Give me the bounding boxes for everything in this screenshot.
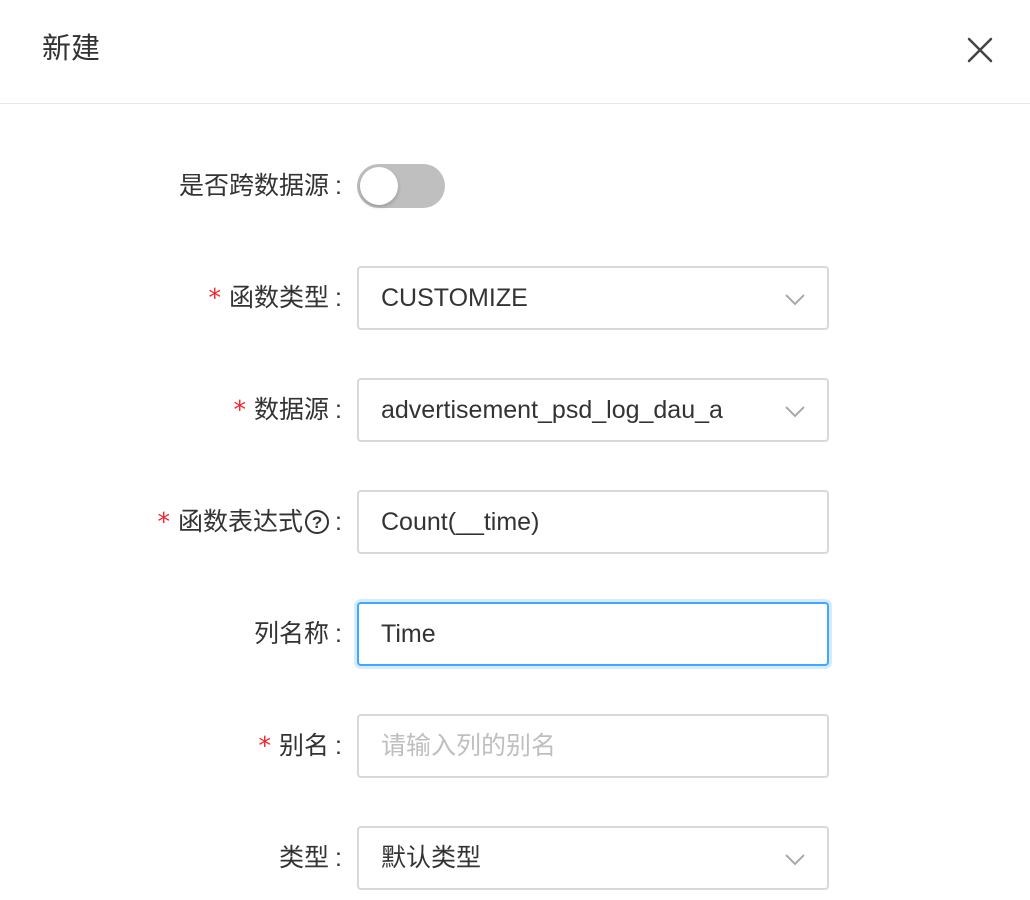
label-colon: :	[335, 284, 342, 312]
expression-input[interactable]	[359, 492, 827, 552]
expression-label: * 函数表达式?:	[158, 490, 342, 554]
chevron-down-icon	[785, 854, 805, 866]
type-value: 默认类型	[381, 844, 482, 872]
column-name-label: 列名称:	[254, 602, 342, 666]
column-name-row: 列名称:	[0, 602, 1030, 666]
expression-field[interactable]	[357, 490, 829, 554]
label-colon: :	[335, 508, 342, 536]
column-name-field[interactable]	[357, 602, 829, 666]
label-colon: :	[335, 620, 342, 648]
type-label-text: 类型	[279, 844, 330, 872]
label-colon: :	[335, 172, 342, 200]
data-source-label: * 数据源:	[234, 378, 342, 442]
required-marker: *	[157, 507, 171, 536]
modal-title: 新建	[42, 33, 101, 65]
function-type-label-text: 函数类型	[229, 284, 330, 312]
data-source-value: advertisement_psd_log_dau_a	[381, 396, 723, 424]
required-marker: *	[258, 731, 272, 760]
function-type-select[interactable]: CUSTOMIZE	[357, 266, 829, 330]
chevron-down-icon	[785, 294, 805, 306]
switch-knob	[360, 167, 398, 205]
type-row: 类型: 默认类型	[0, 826, 1030, 890]
close-icon	[967, 37, 993, 63]
data-source-label-text: 数据源	[254, 396, 330, 424]
type-label: 类型:	[279, 826, 342, 890]
function-type-value: CUSTOMIZE	[381, 284, 528, 312]
cross-source-switch[interactable]	[357, 164, 445, 208]
modal-header: 新建	[0, 0, 1030, 104]
required-marker: *	[233, 395, 247, 424]
help-icon[interactable]: ?	[305, 510, 330, 534]
label-colon: :	[335, 732, 342, 760]
label-colon: :	[335, 844, 342, 872]
function-type-row: * 函数类型: CUSTOMIZE	[0, 266, 1030, 330]
alias-label-text: 别名	[279, 732, 330, 760]
data-source-row: * 数据源: advertisement_psd_log_dau_a	[0, 378, 1030, 442]
expression-label-text: 函数表达式	[178, 508, 304, 536]
cross-source-label-text: 是否跨数据源	[179, 172, 330, 200]
chevron-down-icon	[785, 406, 805, 418]
cross-source-label: 是否跨数据源:	[179, 164, 342, 208]
column-name-label-text: 列名称	[254, 620, 330, 648]
alias-field[interactable]	[357, 714, 829, 778]
alias-label: * 别名:	[259, 714, 342, 778]
alias-input[interactable]	[359, 716, 827, 776]
alias-row: * 别名:	[0, 714, 1030, 778]
column-name-input[interactable]	[359, 604, 827, 664]
data-source-select[interactable]: advertisement_psd_log_dau_a	[357, 378, 829, 442]
type-select[interactable]: 默认类型	[357, 826, 829, 890]
label-colon: :	[335, 396, 342, 424]
function-type-label: * 函数类型:	[209, 266, 342, 330]
close-button[interactable]	[960, 30, 1000, 70]
expression-row: * 函数表达式?:	[0, 490, 1030, 554]
required-marker: *	[208, 283, 222, 312]
